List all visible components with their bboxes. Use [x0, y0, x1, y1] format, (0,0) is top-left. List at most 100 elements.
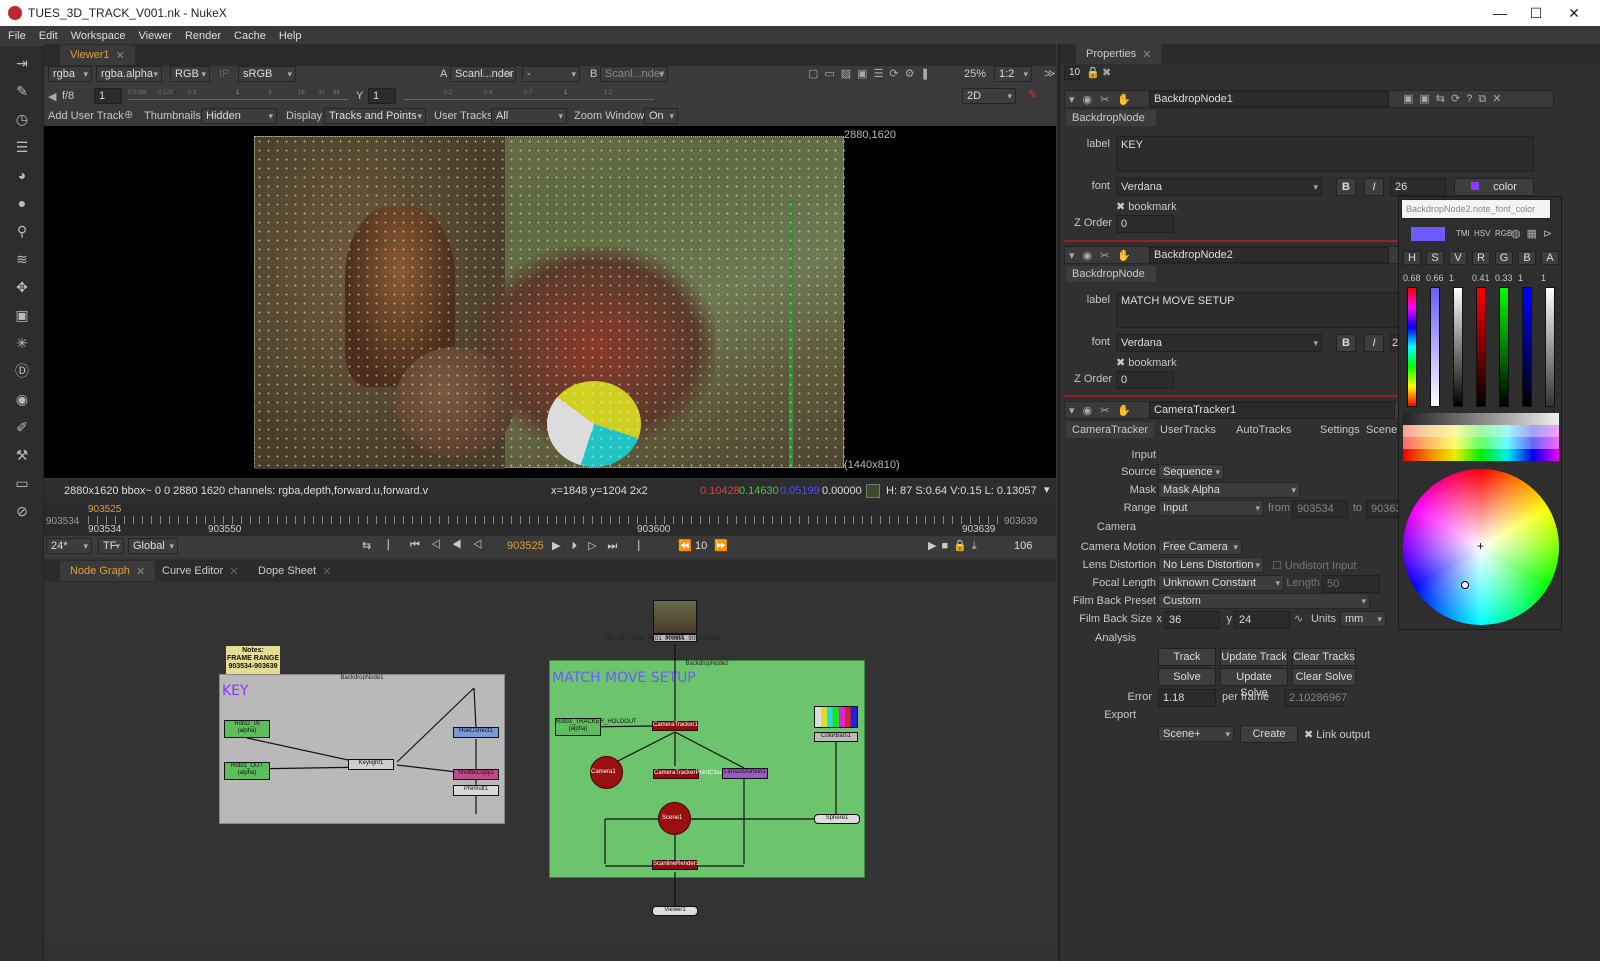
frame-range-field[interactable]: 106	[1014, 540, 1032, 552]
ct-header-icons[interactable]: ▾◉✂✋	[1069, 404, 1139, 417]
current-color-swatch[interactable]	[1411, 227, 1445, 241]
length-field[interactable]: 50	[1322, 575, 1380, 593]
film-back-y-field[interactable]: 24	[1234, 611, 1290, 629]
node-shufflecopy[interactable]: ShuffleCopy1	[453, 769, 499, 780]
user-tracks-dropdown[interactable]: All	[491, 108, 567, 124]
tab-curve-editor[interactable]: Curve Editor ✕	[152, 561, 248, 581]
source-dropdown[interactable]: Sequence	[1158, 464, 1224, 480]
node-cameratracker[interactable]: CameraTracker1	[652, 721, 698, 731]
deep-nodes-icon[interactable]: Ⓓ	[13, 362, 31, 380]
fps-dropdown[interactable]: 24*	[46, 538, 92, 554]
lens-distortion-dropdown[interactable]: No Lens Distortion	[1158, 557, 1264, 573]
node-lensdistortion[interactable]: LensDistortion1	[722, 768, 768, 779]
filter-nodes-icon[interactable]: ●	[13, 194, 31, 212]
solve-button[interactable]: Solve	[1158, 668, 1216, 686]
undistort-checkbox[interactable]: ☐ Undistort Input	[1272, 559, 1356, 572]
lock-icon[interactable]: 🔒	[1086, 66, 1100, 79]
thumbnails-dropdown[interactable]: Hidden	[201, 108, 277, 124]
tab-properties[interactable]: Properties ✕	[1076, 44, 1162, 64]
read-node-thumbnail[interactable]	[653, 600, 697, 634]
operation-dropdown[interactable]: -	[522, 66, 580, 82]
hue-slider[interactable]	[1407, 287, 1417, 407]
fstop-arrow-icon[interactable]: ◀	[48, 90, 56, 103]
swatch-palette[interactable]	[1403, 413, 1559, 461]
menu-file[interactable]: File	[8, 30, 26, 42]
bd1-label-field[interactable]: KEY	[1116, 136, 1534, 172]
range-to-field[interactable]: 903639	[1366, 500, 1408, 518]
keyer-nodes-icon[interactable]: ⚲	[13, 222, 31, 240]
step-field[interactable]: 10	[695, 540, 707, 552]
ct-tab-autotracks[interactable]: AutoTracks	[1236, 424, 1291, 436]
blue-slider[interactable]	[1522, 287, 1532, 407]
metadata-nodes-icon[interactable]: ✐	[13, 418, 31, 436]
timeline-ticks[interactable]	[88, 516, 998, 524]
camera-motion-dropdown[interactable]: Free Camera	[1158, 539, 1242, 555]
fstop-label[interactable]: f/8	[62, 90, 74, 102]
track-button[interactable]: Track	[1158, 648, 1216, 666]
colorbars-thumbnail[interactable]	[814, 706, 858, 728]
draw-nodes-icon[interactable]: ✎	[13, 82, 31, 100]
global-dropdown[interactable]: Global	[128, 538, 178, 554]
gamma-slider[interactable]: 0.2 0.4 0.7 1 1.2	[404, 90, 654, 100]
viewer-menu-icon[interactable]: ≫	[1044, 67, 1056, 80]
max-panels-field[interactable]: 10	[1064, 66, 1080, 80]
tf-dropdown[interactable]: TF	[98, 538, 124, 554]
bd2-italic-button[interactable]: I	[1364, 334, 1384, 352]
clear-solve-button[interactable]: Clear Solve	[1292, 668, 1356, 686]
channels-dropdown[interactable]: rgba	[48, 66, 92, 82]
mode-rgb[interactable]: RGB	[1495, 229, 1512, 238]
viewer-canvas[interactable]: 2880,1620 (1440x810)	[44, 126, 1056, 478]
menu-help[interactable]: Help	[279, 30, 302, 42]
alpha-slider[interactable]	[1545, 287, 1555, 407]
loop-mode-icon[interactable]: ⇆	[362, 539, 371, 552]
viewer-toggle-icons[interactable]: ▢▭▨▣☰⟳⚙❚	[808, 67, 936, 80]
focal-length-dropdown[interactable]: Unknown Constant	[1158, 575, 1284, 591]
saturation-slider[interactable]	[1430, 287, 1440, 407]
film-back-preset-dropdown[interactable]: Custom	[1158, 593, 1370, 609]
ct-header[interactable]: ▾◉✂✋ CameraTracker1	[1064, 401, 1400, 419]
step-back-icon[interactable]: ⏪	[678, 539, 692, 552]
bd1-bookmark-checkbox[interactable]: ✖ bookmark	[1116, 200, 1177, 213]
node-sphere[interactable]: Sphere1	[814, 814, 860, 824]
node-scanlinerender[interactable]: ScanlineRender1	[652, 860, 699, 870]
merge-nodes-icon[interactable]: ≋	[13, 250, 31, 268]
paint-icon[interactable]: ✎	[1028, 88, 1037, 101]
3d-nodes-icon[interactable]: ▣	[13, 306, 31, 324]
ct-tab-cameratracker[interactable]: CameraTracker	[1066, 422, 1154, 438]
bd1-italic-button[interactable]: I	[1364, 178, 1384, 196]
particles-nodes-icon[interactable]: ✳	[13, 334, 31, 352]
input-a-dropdown[interactable]: Scanl...nder	[450, 66, 516, 82]
bd1-header-icons[interactable]: ▾◉✂✋	[1069, 93, 1139, 106]
create-button[interactable]: Create	[1240, 725, 1298, 743]
clear-panels-icon[interactable]: ✖	[1102, 66, 1111, 79]
color-nodes-icon[interactable]: ◕	[13, 166, 31, 184]
flipbook-icons[interactable]: ▶■🔒⤓	[928, 539, 982, 553]
ct-name-field[interactable]: CameraTracker1	[1149, 402, 1395, 418]
bd1-name-field[interactable]: BackdropNode1	[1149, 91, 1389, 107]
bd2-label-field[interactable]: MATCH MOVE SETUP	[1116, 292, 1446, 328]
menu-viewer[interactable]: Viewer	[139, 30, 172, 42]
ip-button[interactable]: IP	[219, 68, 229, 80]
bd1-class-tab[interactable]: BackdropNode	[1066, 110, 1156, 126]
range-dropdown[interactable]: Input	[1158, 500, 1264, 516]
zoom-level[interactable]: 25%	[964, 68, 986, 80]
bd2-bold-button[interactable]: B	[1336, 334, 1356, 352]
display-dropdown[interactable]: Tracks and Points	[324, 108, 426, 124]
mask-dropdown[interactable]: Mask Alpha	[1158, 482, 1300, 498]
bd1-color-button[interactable]: color	[1454, 178, 1534, 196]
bd2-header-icons[interactable]: ▾◉✂✋	[1069, 249, 1139, 262]
ct-tab-settings[interactable]: Settings	[1320, 424, 1360, 436]
gamma-field[interactable]: 1	[368, 88, 396, 104]
value-slider[interactable]	[1453, 287, 1463, 407]
node-roto2[interactable]: Roto2_IN (alpha)	[224, 720, 270, 738]
bd1-size-field[interactable]: 26	[1390, 178, 1446, 196]
gain-slider[interactable]: 0.0156 0.125 0.3 1 3 16 30 64	[128, 90, 348, 100]
bd2-class-tab[interactable]: BackdropNode	[1066, 266, 1156, 282]
export-dropdown[interactable]: Scene+	[1158, 726, 1234, 742]
gain-field[interactable]: 1	[94, 88, 122, 104]
toolsets-icon[interactable]: ⚒	[13, 446, 31, 464]
rgb-dropdown[interactable]: RGB	[170, 66, 210, 82]
viewer-mode-dropdown[interactable]: 2D	[962, 88, 1016, 104]
curve-icon[interactable]: ∿	[1294, 612, 1303, 625]
add-track-icon[interactable]: ⊕	[124, 108, 133, 121]
